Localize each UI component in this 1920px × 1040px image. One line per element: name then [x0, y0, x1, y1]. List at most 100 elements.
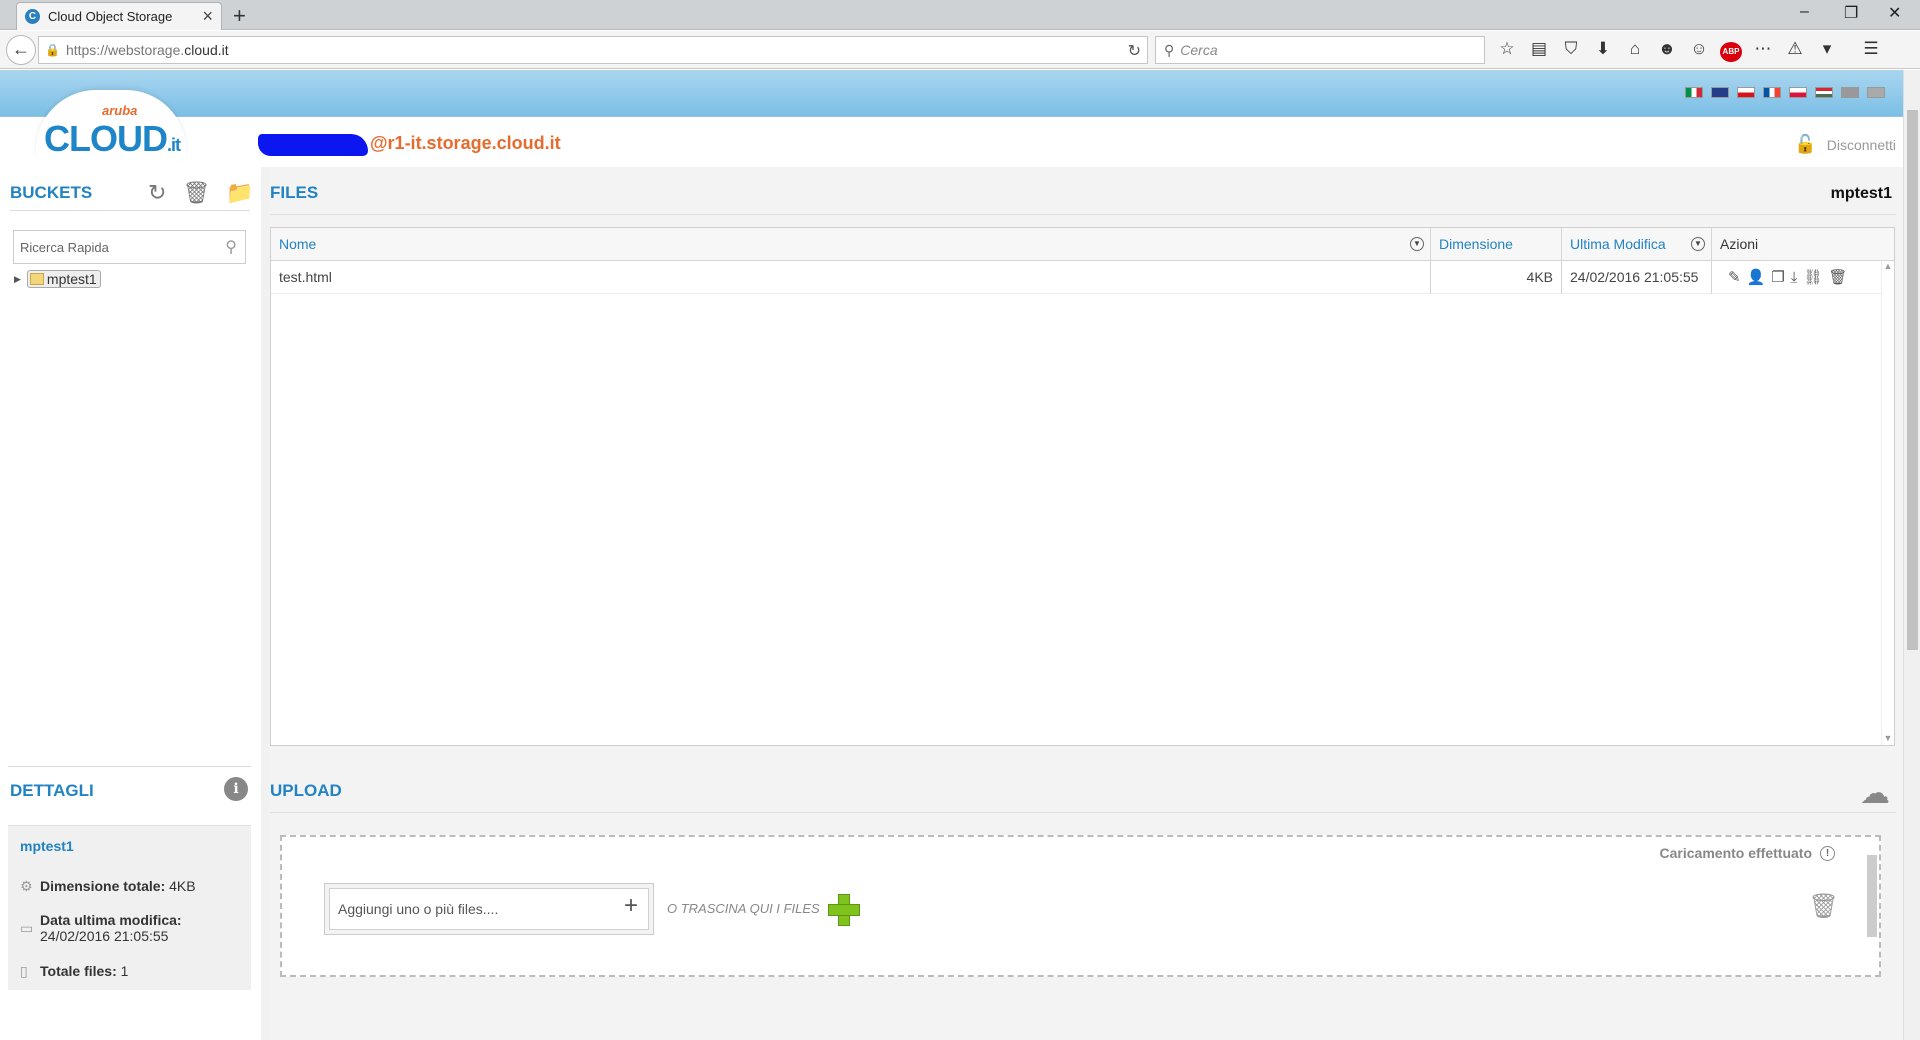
logo-small-text: aruba: [102, 103, 138, 118]
flag-english-icon[interactable]: [1711, 87, 1729, 98]
column-header-modified[interactable]: Ultima Modifica ▼: [1562, 228, 1712, 261]
details-title: DETTAGLI: [10, 781, 94, 800]
last-modified-value: 24/02/2016 21:05:55: [40, 928, 169, 944]
bookmark-star-icon[interactable]: ☆: [1496, 39, 1518, 62]
details-total-files: ▯ Totale files: 1: [20, 963, 128, 980]
dropzone-scroll-thumb[interactable]: [1867, 855, 1877, 937]
logout-label: Disconnetti: [1826, 136, 1896, 153]
emoji-icon[interactable]: ☺: [1688, 39, 1710, 62]
permissions-icon[interactable]: 👤: [1747, 261, 1766, 294]
dropzone-scrollbar[interactable]: [1865, 837, 1879, 975]
cloud-upload-icon[interactable]: ☁: [1860, 776, 1890, 811]
bucket-search-input[interactable]: Ricerca Rapida ⚲: [13, 230, 246, 264]
close-window-icon[interactable]: ✕: [1888, 3, 1901, 23]
close-tab-icon[interactable]: ×: [202, 6, 213, 27]
browser-toolbar-icons: ☆ ▤ ⛉ ⬇ ⌂ ☻ ☺ ABP ⋯ ⚠ ▾ ☰: [1496, 39, 1882, 62]
clear-uploads-trash-icon[interactable]: 🗑: [1809, 892, 1839, 921]
add-files-input[interactable]: Aggiungi uno o più files.... +: [324, 883, 654, 935]
warning-icon[interactable]: ⚠: [1784, 39, 1806, 62]
minimize-icon[interactable]: –: [1800, 3, 1809, 21]
filter-modified-icon[interactable]: ▼: [1691, 237, 1705, 251]
file-name[interactable]: test.html: [271, 261, 1431, 294]
link-icon[interactable]: ⛓: [1803, 261, 1822, 294]
url-host: webstorage.: [107, 42, 185, 58]
browser-navbar: ← 🔒 https:// webstorage. cloud.it ↻ ⚲ Ce…: [0, 31, 1920, 69]
url-scheme: https://: [65, 42, 108, 58]
files-grid-header: Nome ▼ Dimensione Ultima Modifica ▼ Azio…: [271, 228, 1894, 261]
extension-icon[interactable]: ⋯: [1752, 39, 1774, 62]
flag-polish-icon[interactable]: [1789, 87, 1807, 98]
column-header-modified-label: Ultima Modifica: [1570, 236, 1666, 252]
edit-icon[interactable]: ✎: [1728, 261, 1741, 294]
flag-hungarian-icon[interactable]: [1815, 87, 1833, 98]
chat-icon[interactable]: ☻: [1656, 39, 1678, 62]
column-header-name[interactable]: Nome ▼: [271, 228, 1431, 261]
expand-arrow-icon[interactable]: ▶: [14, 274, 21, 285]
app-header-bar: [0, 70, 1903, 117]
logo-cloud-word: CLOUD: [44, 118, 168, 159]
bucket-folder-icon: [29, 273, 44, 285]
menu-icon[interactable]: ☰: [1860, 39, 1882, 62]
bucket-tree-item[interactable]: mptest1: [26, 270, 101, 288]
url-bar[interactable]: 🔒 https:// webstorage. cloud.it ↻: [38, 36, 1148, 64]
copy-icon[interactable]: ❐: [1771, 261, 1784, 294]
delete-file-icon[interactable]: 🗑: [1828, 261, 1847, 294]
current-bucket-name: mptest1: [1830, 185, 1892, 202]
files-title: FILES: [270, 183, 319, 202]
language-flags: [1685, 87, 1885, 98]
add-bucket-icon[interactable]: 📁: [226, 180, 253, 206]
table-row[interactable]: test.html 4KB 24/02/2016 21:05:55 ✎ 👤 ❐ …: [271, 261, 1881, 294]
download-icon[interactable]: ⤓: [1791, 261, 1798, 294]
bucket-toolbar: ↻ 🗑 📁: [148, 180, 254, 206]
download-icon[interactable]: ⬇: [1592, 39, 1614, 62]
scroll-up-icon[interactable]: ▲: [1882, 261, 1894, 271]
new-tab-button[interactable]: +: [233, 3, 246, 29]
scroll-down-icon[interactable]: ▼: [1882, 733, 1894, 743]
upload-title: UPLOAD: [270, 781, 342, 800]
user-email: @r1-it.storage.cloud.it: [370, 133, 561, 153]
filter-name-icon[interactable]: ▼: [1410, 237, 1424, 251]
reload-icon[interactable]: ↻: [1128, 41, 1141, 61]
adblock-icon[interactable]: ABP: [1720, 39, 1742, 62]
file-size: 4KB: [1431, 261, 1562, 294]
upload-dropzone[interactable]: Caricamento effettuato ! Aggiungi uno o …: [280, 835, 1881, 977]
home-icon[interactable]: ⌂: [1624, 39, 1646, 62]
delete-bucket-icon[interactable]: 🗑: [182, 180, 210, 206]
plus-icon[interactable]: +: [624, 892, 638, 920]
bucket-search-placeholder: Ricerca Rapida: [20, 239, 109, 255]
site-favicon-icon: C: [25, 9, 40, 24]
panel-divider: [261, 167, 269, 1040]
page-scroll-thumb[interactable]: [1907, 110, 1918, 650]
flag-other-icon[interactable]: [1867, 87, 1885, 98]
browser-search-input[interactable]: ⚲ Cerca: [1155, 36, 1485, 64]
total-size-value: 4KB: [169, 878, 196, 894]
info-icon[interactable]: i: [224, 777, 248, 801]
flag-czech-icon[interactable]: [1737, 87, 1755, 98]
flag-italian-icon[interactable]: [1685, 87, 1703, 98]
browser-tab[interactable]: C Cloud Object Storage ×: [16, 2, 222, 30]
green-plus-icon[interactable]: [827, 893, 860, 926]
back-button[interactable]: ←: [6, 35, 36, 65]
flag-german-icon[interactable]: [1841, 87, 1859, 98]
column-header-size-label: Dimensione: [1439, 236, 1513, 252]
search-icon: ⚲: [1164, 41, 1175, 58]
search-icon[interactable]: ⚲: [225, 237, 237, 257]
dropdown-chevron-icon[interactable]: ▾: [1816, 39, 1838, 62]
tab-title: Cloud Object Storage: [48, 9, 173, 24]
flag-french-icon[interactable]: [1763, 87, 1781, 98]
column-header-actions: Azioni: [1712, 228, 1894, 261]
grid-scrollbar[interactable]: ▲ ▼: [1881, 261, 1894, 745]
page-scrollbar[interactable]: [1903, 70, 1920, 1040]
lock-icon: 🔒: [45, 43, 60, 57]
reading-list-icon[interactable]: ▤: [1528, 39, 1550, 62]
logo-suffix: .it: [167, 135, 181, 155]
info-icon[interactable]: !: [1820, 845, 1835, 861]
pocket-icon[interactable]: ⛉: [1560, 39, 1582, 62]
logout-button[interactable]: 🔓 Disconnetti: [1794, 134, 1896, 155]
column-header-size[interactable]: Dimensione: [1431, 228, 1562, 261]
bucket-tree-label: mptest1: [46, 271, 97, 287]
column-header-actions-label: Azioni: [1720, 236, 1759, 252]
refresh-icon[interactable]: ↻: [148, 180, 166, 206]
restore-icon[interactable]: ❐: [1844, 3, 1858, 23]
add-files-field[interactable]: Aggiungi uno o più files.... +: [329, 888, 649, 930]
